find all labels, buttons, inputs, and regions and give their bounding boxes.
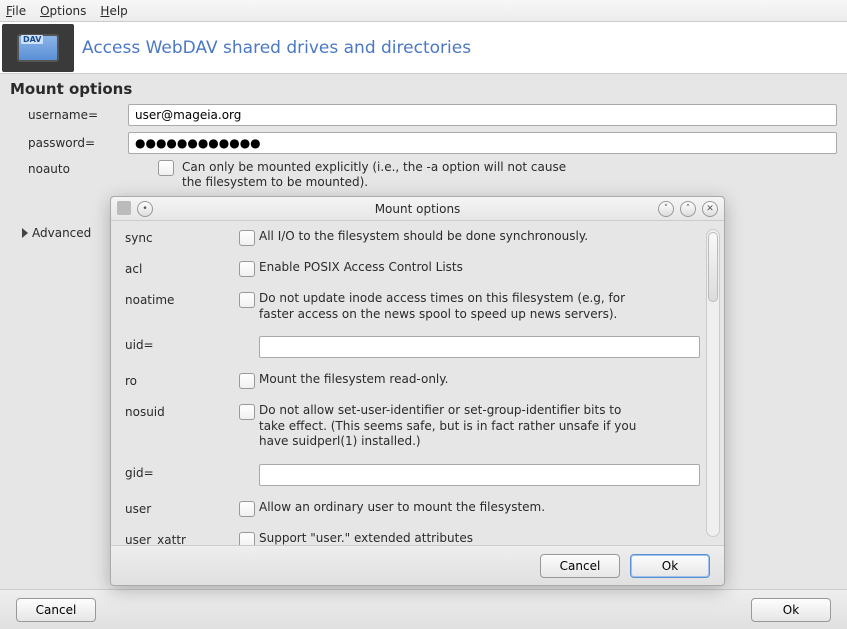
menu-file[interactable]: File — [6, 4, 26, 18]
label-user-xattr: user_xattr — [125, 531, 235, 545]
chevron-right-icon — [22, 228, 28, 238]
dialog-footer: Cancel Ok — [111, 545, 724, 585]
label-acl: acl — [125, 260, 235, 276]
label-password: password= — [10, 136, 128, 150]
desc-ro: Mount the filesystem read-only. — [259, 372, 649, 388]
desc-acl: Enable POSIX Access Control Lists — [259, 260, 649, 276]
dialog-cancel-button[interactable]: Cancel — [540, 554, 620, 578]
checkbox-ro[interactable] — [239, 373, 255, 389]
label-user: user — [125, 500, 235, 516]
desc-noauto: Can only be mounted explicitly (i.e., th… — [182, 160, 572, 190]
main-footer: Cancel Ok — [0, 589, 847, 629]
desc-noatime: Do not update inode access times on this… — [259, 291, 649, 322]
row-username: username= — [10, 104, 837, 126]
desc-user-xattr: Support "user." extended attributes — [259, 531, 649, 545]
label-noauto: noauto — [10, 160, 128, 176]
window-close-icon[interactable]: ✕ — [702, 201, 718, 217]
dialog-title: Mount options — [375, 202, 461, 216]
cancel-button[interactable]: Cancel — [16, 598, 96, 622]
label-sync: sync — [125, 229, 235, 245]
checkbox-nosuid[interactable] — [239, 404, 255, 420]
desc-user: Allow an ordinary user to mount the file… — [259, 500, 649, 516]
label-noatime: noatime — [125, 291, 235, 307]
advanced-label: Advanced — [32, 226, 91, 240]
dialog-titlebar: • Mount options ˅ ˄ ✕ — [111, 197, 724, 221]
scrollbar-thumb[interactable] — [708, 232, 718, 302]
menubar: File Options Help — [0, 0, 847, 22]
window-maximize-icon[interactable]: ˄ — [680, 201, 696, 217]
menu-options[interactable]: Options — [40, 4, 86, 18]
checkbox-user-xattr[interactable] — [239, 532, 255, 545]
label-username: username= — [10, 108, 128, 122]
window-minimize-icon[interactable]: ˅ — [658, 201, 674, 217]
checkbox-noauto[interactable] — [158, 160, 174, 176]
password-input[interactable] — [128, 132, 837, 154]
desc-sync: All I/O to the filesystem should be done… — [259, 229, 649, 245]
dialog-body: sync All I/O to the filesystem should be… — [111, 221, 724, 545]
desc-nosuid: Do not allow set-user-identifier or set-… — [259, 403, 649, 450]
checkbox-user[interactable] — [239, 501, 255, 517]
checkbox-sync[interactable] — [239, 230, 255, 246]
menu-help[interactable]: Help — [100, 4, 127, 18]
webdav-icon — [2, 24, 74, 72]
label-nosuid: nosuid — [125, 403, 235, 419]
label-gid: gid= — [125, 464, 235, 480]
banner-title: Access WebDAV shared drives and director… — [82, 38, 471, 58]
window-icon — [117, 201, 131, 215]
ok-button[interactable]: Ok — [751, 598, 831, 622]
uid-input[interactable] — [259, 336, 700, 358]
banner: Access WebDAV shared drives and director… — [0, 22, 847, 74]
mount-options-dialog: • Mount options ˅ ˄ ✕ sync All I/O to th… — [110, 196, 725, 586]
section-title: Mount options — [10, 80, 837, 98]
scrollbar[interactable] — [706, 229, 720, 537]
checkbox-acl[interactable] — [239, 261, 255, 277]
window-sticky-icon[interactable]: • — [137, 201, 153, 217]
label-ro: ro — [125, 372, 235, 388]
label-uid: uid= — [125, 336, 235, 352]
checkbox-noatime[interactable] — [239, 292, 255, 308]
dialog-ok-button[interactable]: Ok — [630, 554, 710, 578]
gid-input[interactable] — [259, 464, 700, 486]
row-noauto: noauto Can only be mounted explicitly (i… — [10, 160, 837, 190]
username-input[interactable] — [128, 104, 837, 126]
row-password: password= — [10, 132, 837, 154]
